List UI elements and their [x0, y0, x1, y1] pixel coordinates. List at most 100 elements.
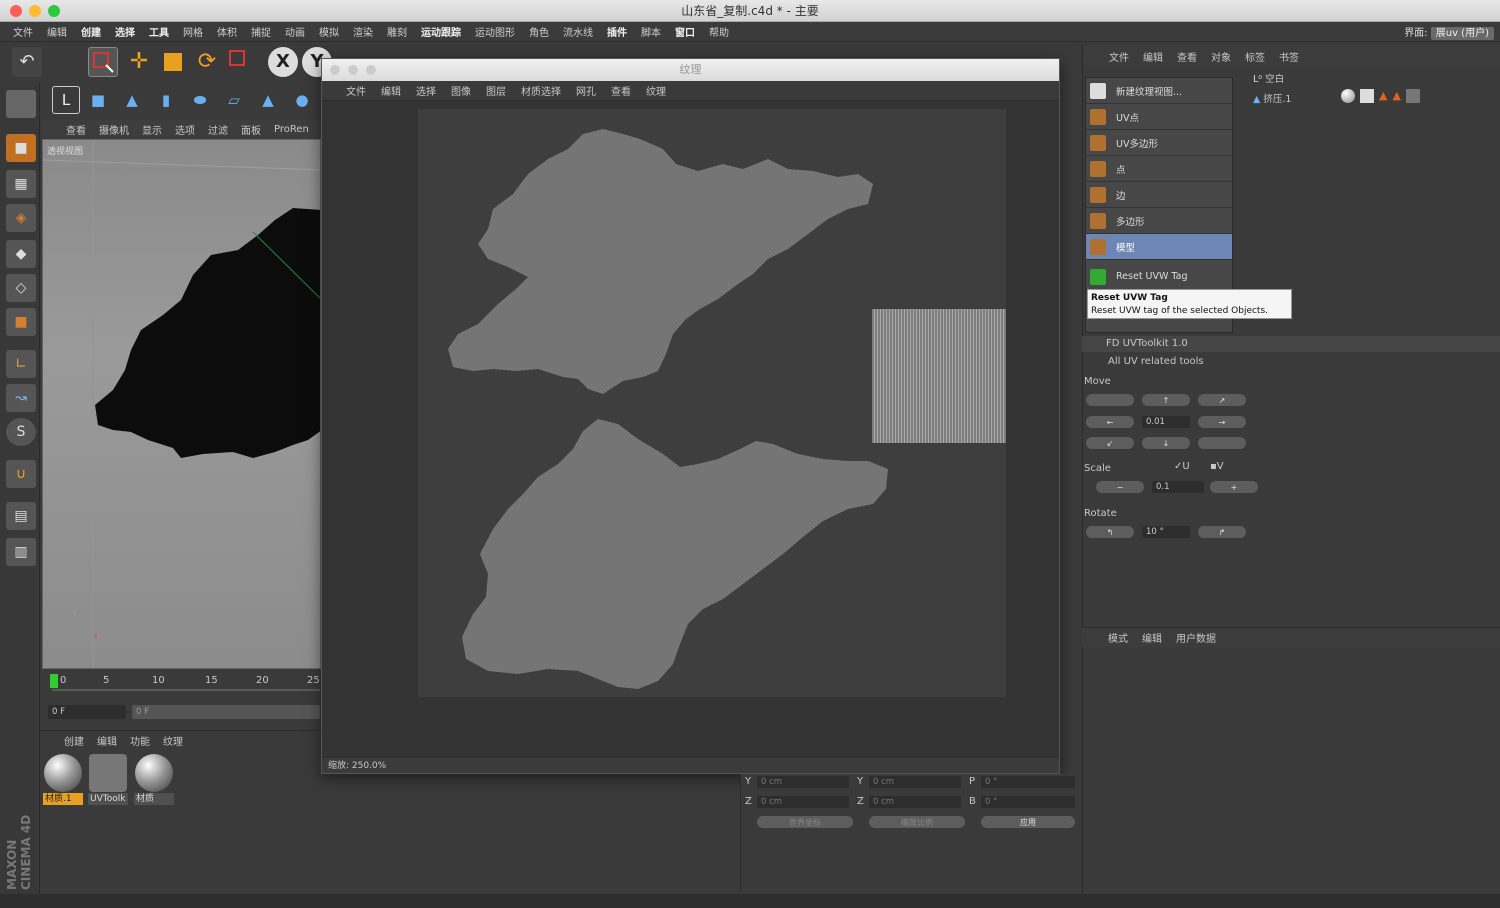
rotate-step-field[interactable]: 10 ° [1142, 526, 1190, 538]
disc-icon[interactable]: ⬬ [186, 86, 214, 114]
texture-menu-item[interactable]: 纹理 [646, 83, 666, 98]
material-menu-item[interactable]: 编辑 [97, 733, 117, 748]
current-frame-slider[interactable]: 0 F [132, 705, 320, 719]
texture-menu-item[interactable]: 网孔 [576, 83, 596, 98]
texture-menu-item[interactable]: 文件 [346, 83, 366, 98]
object-row[interactable]: L⁰ 空白 [1253, 71, 1284, 85]
rotate-tool-icon[interactable]: ⟳ [192, 47, 222, 77]
dropdown-item[interactable]: UV点 [1086, 104, 1232, 130]
tweak-mode-icon[interactable]: ↝ [6, 384, 36, 412]
object-menu-item[interactable]: 对象 [1211, 49, 1231, 64]
texture-menu-item[interactable]: 图像 [451, 83, 471, 98]
zoom-icon[interactable] [366, 65, 376, 75]
close-window-button[interactable] [10, 5, 22, 17]
move-up-button[interactable]: ↑ [1142, 394, 1190, 406]
apply-button[interactable]: 应用 [981, 816, 1075, 828]
material-swatch[interactable]: 材质 [134, 753, 174, 809]
minimize-icon[interactable] [348, 65, 358, 75]
material-swatch[interactable]: UVToolk [88, 753, 128, 809]
scale-up-button[interactable]: + [1210, 481, 1258, 493]
texture-menu-item[interactable]: 选择 [416, 83, 436, 98]
move-up-right-button[interactable]: ↗ [1198, 394, 1246, 406]
move-down-button[interactable]: ↓ [1142, 437, 1190, 449]
menu-item[interactable]: 运动图形 [475, 24, 515, 39]
menu-item[interactable]: 工具 [149, 24, 169, 39]
size-mode-dropdown[interactable]: 缩放比例 [869, 816, 965, 828]
rotation-b-field[interactable]: 0 ° [981, 796, 1075, 808]
dropdown-item[interactable]: 新建纹理视图... [1086, 78, 1232, 104]
dropdown-item[interactable]: 多边形 [1086, 208, 1232, 234]
texture-menu-item[interactable]: 查看 [611, 83, 631, 98]
viewport-menu-item[interactable]: 查看 [66, 122, 86, 137]
object-menu-item[interactable]: 标签 [1245, 49, 1265, 64]
undo-icon[interactable]: ↶ [12, 47, 42, 77]
grid-snap-icon[interactable]: ▥ [6, 538, 36, 566]
object-menu-item[interactable]: 查看 [1177, 49, 1197, 64]
plane-icon[interactable]: ▱ [220, 86, 248, 114]
cube-icon[interactable]: ■ [84, 86, 112, 114]
texture-menu-item[interactable]: 编辑 [381, 83, 401, 98]
cone-icon[interactable]: ▲ [118, 86, 146, 114]
menu-item[interactable]: 网格 [183, 24, 203, 39]
points-mode-icon[interactable]: ◆ [6, 240, 36, 268]
texture-tag-icon[interactable] [1405, 89, 1420, 103]
zoom-window-button[interactable] [48, 5, 60, 17]
scale-step-field[interactable]: 0.1 [1152, 481, 1204, 493]
menu-item[interactable]: 插件 [607, 24, 627, 39]
coordinate-system-dropdown[interactable]: 世界坐标 [757, 816, 853, 828]
viewport-menu-item[interactable]: 面板 [241, 122, 261, 137]
sphere-icon[interactable]: ● [288, 86, 316, 114]
object-menu-item[interactable]: 书签 [1279, 49, 1299, 64]
move-right-button[interactable]: → [1198, 416, 1246, 428]
dropdown-item[interactable]: 边 [1086, 182, 1232, 208]
phong-tag-icon[interactable]: ▲ [1379, 89, 1387, 103]
layout-value[interactable]: 展uv (用户) [1430, 27, 1494, 40]
material-menu-item[interactable]: 创建 [64, 733, 84, 748]
model-mode-icon[interactable]: ■ [6, 134, 36, 162]
workplane-lock-icon[interactable]: ▤ [6, 502, 36, 530]
menu-item[interactable]: 模拟 [319, 24, 339, 39]
perspective-viewport[interactable]: 透视视图 Y X [42, 139, 321, 669]
object-row[interactable]: ▲ 挤压.1 [1253, 91, 1291, 105]
menu-item[interactable]: 捕捉 [251, 24, 271, 39]
timeline[interactable]: 0 5 10 15 20 25 [42, 670, 322, 700]
scale-tool-icon[interactable] [158, 47, 188, 77]
rotate-cw-button[interactable]: ↱ [1198, 526, 1246, 538]
rotate-ccw-button[interactable]: ↰ [1086, 526, 1134, 538]
axis-mode-icon[interactable]: ∟ [6, 350, 36, 378]
menu-item[interactable]: 创建 [81, 24, 101, 39]
uv-canvas[interactable] [418, 109, 1006, 697]
menu-item[interactable]: 角色 [529, 24, 549, 39]
scale-down-button[interactable]: − [1096, 481, 1144, 493]
cylinder-icon[interactable]: ▮ [152, 86, 180, 114]
move-tool-icon[interactable]: ✛ [124, 47, 154, 77]
material-tag-icon[interactable] [1341, 89, 1355, 103]
recent-tool-icon[interactable] [226, 47, 256, 77]
texture-window-titlebar[interactable]: 纹理 [322, 59, 1059, 81]
menu-item[interactable]: 体积 [217, 24, 237, 39]
texture-menu-item[interactable]: 图层 [486, 83, 506, 98]
menu-item[interactable]: 渲染 [353, 24, 373, 39]
edges-mode-icon[interactable]: ◇ [6, 274, 36, 302]
move-left-button[interactable]: ← [1086, 416, 1134, 428]
attribute-menu-item[interactable]: 用户数据 [1176, 630, 1216, 645]
object-menu-item[interactable]: 编辑 [1143, 49, 1163, 64]
menu-item[interactable]: 编辑 [47, 24, 67, 39]
snap-icon[interactable]: S [6, 418, 36, 446]
texture-mode-icon[interactable]: ▦ [6, 170, 36, 198]
menu-item[interactable]: 脚本 [641, 24, 661, 39]
viewport-menu-item[interactable]: ProRen [274, 124, 309, 135]
menu-item[interactable]: 窗口 [675, 24, 695, 39]
rotation-p-field[interactable]: 0 ° [981, 776, 1075, 788]
start-frame-field[interactable]: 0 F [48, 705, 126, 719]
material-menu-item[interactable]: 纹理 [163, 733, 183, 748]
position-y-field[interactable]: 0 cm [757, 776, 849, 788]
object-menu-item[interactable]: 文件 [1109, 49, 1129, 64]
workplane-mode-icon[interactable]: ◈ [6, 204, 36, 232]
menu-item[interactable]: 选择 [115, 24, 135, 39]
minimize-window-button[interactable] [29, 5, 41, 17]
menu-item[interactable]: 动画 [285, 24, 305, 39]
size-z-field[interactable]: 0 cm [869, 796, 961, 808]
polygons-mode-icon[interactable]: ■ [6, 308, 36, 336]
attribute-menu-item[interactable]: 编辑 [1142, 630, 1162, 645]
